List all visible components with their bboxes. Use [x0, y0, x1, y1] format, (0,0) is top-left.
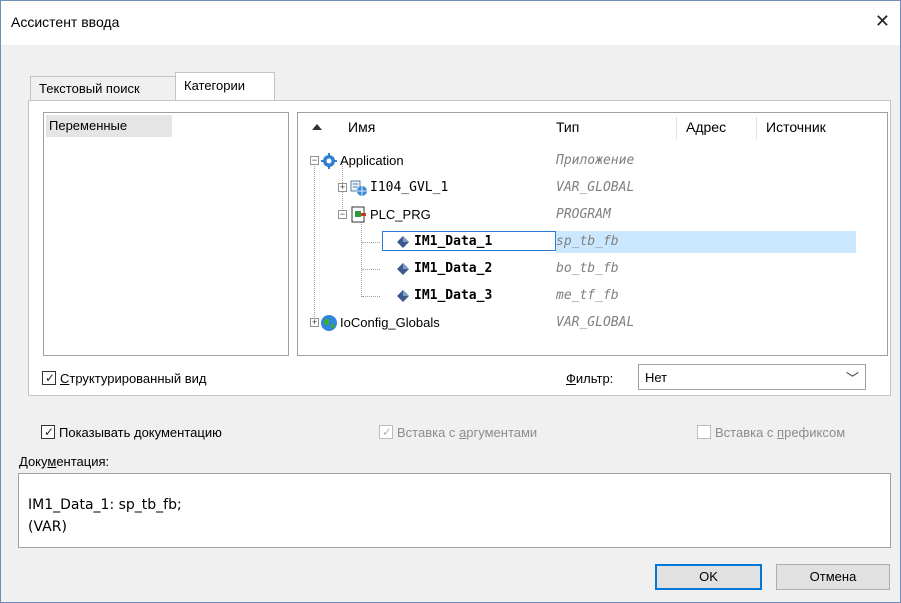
- filter-label: Фильтр:: [566, 371, 614, 386]
- tree-row-im1-data-1[interactable]: IM1_Data_1 sp_tb_fb: [298, 231, 887, 253]
- column-header-type[interactable]: Тип: [556, 119, 579, 135]
- tree-item-name: I104_GVL_1: [370, 180, 449, 195]
- show-documentation-checkbox[interactable]: ✓: [41, 425, 55, 439]
- program-block-icon: [351, 206, 366, 223]
- tree-item-type: me_tf_fb: [556, 288, 619, 303]
- structured-view-checkbox[interactable]: ✓: [42, 371, 56, 385]
- column-header-address[interactable]: Адрес: [686, 119, 726, 135]
- collapse-icon[interactable]: −: [310, 156, 319, 165]
- checkmark-icon: ✓: [45, 371, 56, 385]
- expand-icon[interactable]: +: [338, 183, 347, 192]
- collapse-icon[interactable]: −: [338, 210, 347, 219]
- tree-item-name: Application: [340, 153, 404, 168]
- tree-item-type: bo_tb_fb: [556, 261, 619, 276]
- tree-item-name: IM1_Data_1: [414, 234, 493, 249]
- tree-item-name: PLC_PRG: [370, 207, 431, 222]
- tree-row-application[interactable]: − Application Приложение: [298, 150, 887, 172]
- tree-row-im1-data-2[interactable]: IM1_Data_2 bo_tb_fb: [298, 258, 887, 280]
- tree-item-type: sp_tb_fb: [556, 234, 619, 249]
- ok-button[interactable]: OK: [655, 564, 762, 590]
- tree-item-type: Приложение: [556, 153, 635, 168]
- cancel-button[interactable]: Отмена: [776, 564, 890, 590]
- category-item-variables[interactable]: Переменные: [46, 115, 172, 137]
- structured-view-label: Структурированный вид: [60, 371, 207, 386]
- tree-item-type: VAR_GLOBAL: [556, 180, 635, 195]
- tree-item-name: IM1_Data_2: [414, 261, 493, 276]
- checkmark-icon: ✓: [382, 425, 393, 439]
- insert-with-arguments-label: Вставка с аргументами: [397, 425, 538, 440]
- title-bar: Ассистент ввода ✕: [1, 1, 900, 45]
- tree-item-name: IoConfig_Globals: [340, 315, 440, 330]
- chevron-down-icon: ﹀: [845, 371, 859, 386]
- column-header-name[interactable]: Имя: [348, 119, 375, 135]
- variable-diamond-icon: [397, 263, 409, 275]
- variable-diamond-icon: [397, 290, 409, 302]
- expand-icon[interactable]: +: [310, 318, 319, 327]
- tree-item-type: PROGRAM: [556, 207, 611, 222]
- globe-list-icon: [350, 180, 367, 196]
- documentation-box: IM1_Data_1: sp_tb_fb; (VAR): [18, 473, 891, 548]
- tree-row-im1-data-3[interactable]: IM1_Data_3 me_tf_fb: [298, 285, 887, 307]
- tree-item-type: VAR_GLOBAL: [556, 315, 635, 330]
- tab-categories[interactable]: Категории: [175, 72, 275, 101]
- show-documentation-label: Показывать документацию: [59, 425, 222, 440]
- tree-row-ioconfig-globals[interactable]: + IoConfig_Globals VAR_GLOBAL: [298, 312, 887, 334]
- window-title: Ассистент ввода: [11, 14, 120, 30]
- tree-row-plc-prg[interactable]: − PLC_PRG PROGRAM: [298, 204, 887, 226]
- variable-diamond-icon: [397, 236, 409, 248]
- sort-ascending-icon[interactable]: [312, 124, 322, 130]
- close-icon[interactable]: ✕: [875, 12, 890, 30]
- category-list[interactable]: Переменные: [43, 112, 289, 356]
- tree-row-i104-gvl-1[interactable]: + I104_GVL_1 VAR_GLOBAL: [298, 177, 887, 199]
- variables-tree[interactable]: Имя Тип Адрес Источник − Application При…: [297, 112, 888, 356]
- documentation-line: IM1_Data_1: sp_tb_fb;: [28, 497, 182, 513]
- insert-with-prefix-label: Вставка с префиксом: [715, 425, 846, 440]
- gear-icon: [321, 153, 337, 169]
- column-header-source[interactable]: Источник: [766, 119, 826, 135]
- earth-globe-icon: [321, 315, 337, 331]
- tab-panel-categories: Переменные Имя Тип Адрес Источник − Appl…: [28, 100, 891, 396]
- checkmark-icon: ✓: [44, 425, 55, 439]
- input-assistant-dialog: Ассистент ввода ✕ Текстовый поиск Катего…: [0, 0, 901, 603]
- insert-with-arguments-checkbox[interactable]: ✓: [379, 425, 393, 439]
- tree-item-name: IM1_Data_3: [414, 288, 493, 303]
- filter-value: Нет: [645, 370, 668, 385]
- documentation-label: Документация:: [19, 454, 110, 469]
- documentation-line: (VAR): [28, 519, 67, 535]
- filter-select[interactable]: Нет ﹀: [638, 364, 866, 390]
- insert-with-prefix-checkbox[interactable]: [697, 425, 711, 439]
- tab-text-search[interactable]: Текстовый поиск: [30, 76, 176, 100]
